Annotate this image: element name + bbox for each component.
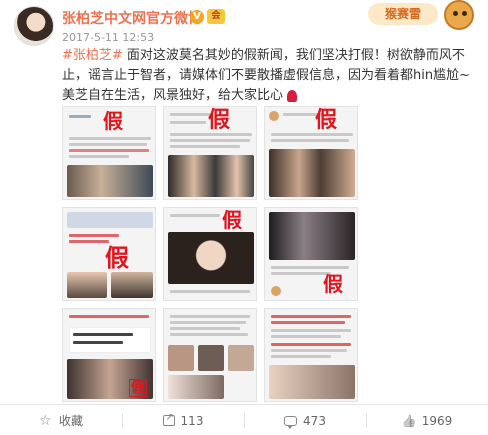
fake-stamp: 假 bbox=[105, 243, 129, 272]
image-thumbnail-6[interactable]: 假 bbox=[264, 207, 358, 301]
verified-icon: V bbox=[190, 10, 204, 24]
image-thumbnail-2[interactable]: 假 bbox=[163, 106, 257, 200]
avatar[interactable] bbox=[14, 6, 54, 46]
image-thumbnail-1[interactable]: 假 bbox=[62, 106, 156, 200]
image-grid: 假 假 假 假 假 假 假 bbox=[62, 106, 358, 402]
post-text: #张柏芝# 面对这波莫名其妙的假新闻，我们坚决打假！树欲静而风不止，谣言止于智者… bbox=[62, 46, 476, 106]
comment-button[interactable]: 473 bbox=[244, 406, 366, 435]
fake-stamp: 假 bbox=[323, 272, 343, 296]
fake-stamp: 假 bbox=[208, 107, 231, 133]
image-thumbnail-3[interactable]: 假 bbox=[264, 106, 358, 200]
image-thumbnail-9[interactable] bbox=[264, 308, 358, 402]
fake-stamp: 假 bbox=[315, 107, 338, 133]
post-timestamp[interactable]: 2017-5-11 12:53 bbox=[62, 31, 154, 44]
image-thumbnail-7[interactable]: 假 bbox=[62, 308, 156, 402]
star-icon bbox=[39, 414, 53, 428]
image-thumbnail-4[interactable]: 假 bbox=[62, 207, 156, 301]
fake-stamp: 假 bbox=[103, 109, 123, 133]
like-icon bbox=[402, 414, 416, 428]
mascot-icon bbox=[444, 0, 474, 30]
member-icon[interactable]: 会 bbox=[207, 9, 225, 24]
share-icon bbox=[162, 412, 175, 426]
like-button[interactable]: 1969 bbox=[366, 406, 488, 435]
comment-icon bbox=[284, 415, 298, 429]
topic-link[interactable]: #张柏芝# bbox=[62, 48, 123, 63]
username[interactable]: 张柏芝中文网官方微博 bbox=[62, 8, 202, 28]
action-bar: 收藏 113 473 1969 bbox=[0, 406, 488, 435]
event-badge[interactable]: 猴赛雷 bbox=[368, 0, 478, 30]
image-thumbnail-5[interactable]: 假 bbox=[163, 207, 257, 301]
fake-stamp: 假 bbox=[129, 379, 147, 397]
event-badge-label: 猴赛雷 bbox=[368, 3, 438, 25]
fake-stamp: 假 bbox=[222, 208, 242, 232]
comment-count: 473 bbox=[303, 413, 326, 428]
favorite-label: 收藏 bbox=[58, 414, 83, 428]
favorite-button[interactable]: 收藏 bbox=[0, 406, 122, 435]
post-body: 面对这波莫名其妙的假新闻，我们坚决打假！树欲静而风不止，谣言止于智者，请媒体们不… bbox=[62, 48, 470, 103]
divider bbox=[0, 404, 488, 405]
image-thumbnail-8[interactable] bbox=[163, 308, 257, 402]
like-count: 1969 bbox=[421, 413, 453, 428]
share-button[interactable]: 113 bbox=[122, 406, 244, 435]
share-count: 113 bbox=[180, 413, 204, 428]
rose-icon bbox=[287, 89, 298, 102]
